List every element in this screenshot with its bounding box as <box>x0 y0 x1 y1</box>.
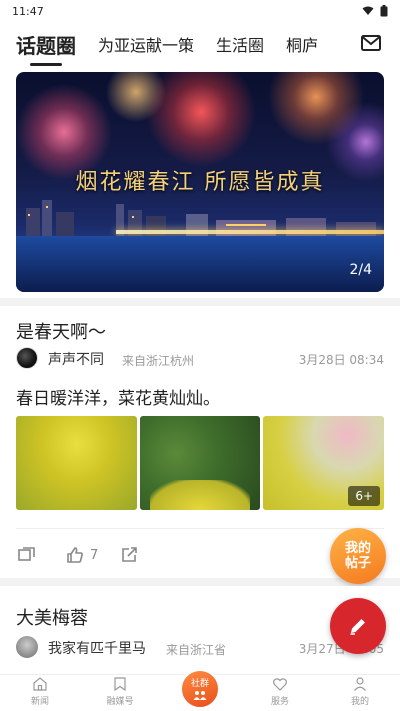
thumbs-up-icon <box>67 547 83 563</box>
pencil-icon <box>350 619 365 635</box>
share-button[interactable] <box>120 546 138 564</box>
post-title: 是春天啊～ <box>16 322 106 343</box>
like-count: 7 <box>90 547 99 563</box>
heart-icon <box>273 678 287 691</box>
post-gallery: 6+ <box>16 416 385 510</box>
community-icon <box>193 690 207 700</box>
nav-media-label: 融媒号 <box>106 697 134 707</box>
top-tabs: 话题圈 为亚运献一策 生活圈 桐庐 <box>0 22 400 66</box>
banner-carousel[interactable]: 烟花耀春江 所愿皆成真 2/4 <box>16 72 384 292</box>
comment-icon <box>18 547 35 561</box>
nav-media[interactable]: 融媒号 <box>80 675 160 711</box>
banner-page-counter: 2/4 <box>349 262 372 278</box>
post-photo[interactable] <box>16 416 137 510</box>
bookmark-icon <box>114 677 126 692</box>
banner-title: 烟花耀春江 所愿皆成真 <box>75 170 325 195</box>
post-time: 3月28日 08:34 <box>298 353 384 367</box>
river-water <box>16 236 384 292</box>
status-icons <box>362 5 388 17</box>
avatar[interactable] <box>16 347 38 369</box>
tab-life-circle[interactable]: 生活圈 <box>216 32 264 56</box>
post-photo[interactable]: 6+ <box>263 416 385 510</box>
compose-button[interactable] <box>330 598 386 654</box>
nav-community-label: 社群 <box>190 678 209 689</box>
like-button[interactable]: 7 <box>66 546 98 564</box>
bridge-lights <box>116 230 384 234</box>
nav-news[interactable]: 新闻 <box>0 675 80 711</box>
post-title: 大美梅蓉 <box>16 608 88 629</box>
nav-community[interactable]: 社群 <box>180 669 220 709</box>
nav-service-label: 服务 <box>270 697 289 707</box>
status-time: 11:47 <box>12 4 44 18</box>
divider <box>16 528 384 529</box>
post-location: 来自浙江省 <box>166 643 227 657</box>
share-icon <box>122 547 137 562</box>
status-bar: 11:47 <box>0 0 400 22</box>
nav-news-label: 新闻 <box>30 697 49 707</box>
person-icon <box>354 677 366 691</box>
post-author[interactable]: 声声不同 <box>48 349 104 369</box>
my-posts-label: 我的帖子 <box>344 541 371 571</box>
post-photo[interactable] <box>139 416 261 510</box>
wifi-icon <box>362 6 374 15</box>
tab-tonglu[interactable]: 桐庐 <box>286 32 318 56</box>
tab-topic-circle[interactable]: 话题圈 <box>16 30 76 66</box>
nav-service[interactable]: 服务 <box>240 675 320 711</box>
post-location: 来自浙江杭州 <box>122 354 195 368</box>
nav-mine-label: 我的 <box>350 697 369 707</box>
comment-button[interactable] <box>18 546 36 564</box>
nav-mine[interactable]: 我的 <box>320 675 400 711</box>
post-author[interactable]: 我家有匹千里马 <box>48 638 146 658</box>
avatar[interactable] <box>16 636 38 658</box>
post-body: 春日暖洋洋，菜花黄灿灿。 <box>16 389 220 409</box>
home-icon <box>33 677 47 691</box>
banner-card: 烟花耀春江 所愿皆成真 2/4 <box>0 66 400 298</box>
battery-icon <box>380 5 388 17</box>
more-photos-badge: 6+ <box>348 486 381 506</box>
my-posts-button[interactable]: 我的帖子 <box>330 528 386 584</box>
tab-asian-games[interactable]: 为亚运献一策 <box>98 32 194 56</box>
mail-icon[interactable] <box>360 32 382 54</box>
